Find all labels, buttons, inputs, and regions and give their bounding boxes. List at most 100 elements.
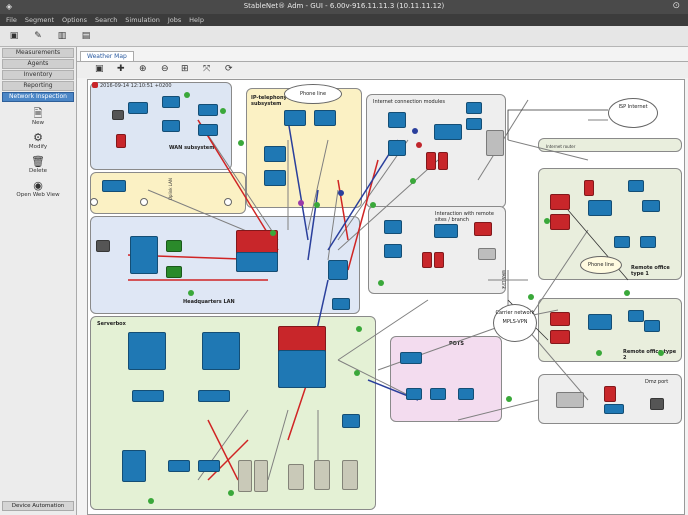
router[interactable] [550,312,570,326]
menu-file[interactable]: File [6,16,17,24]
voice-gateway[interactable] [264,170,286,186]
loadbalancer[interactable] [486,130,504,156]
phone[interactable] [640,236,656,248]
asa-firewall[interactable] [384,220,402,234]
phone[interactable] [430,388,446,400]
router[interactable] [388,140,406,156]
status-dot-ok[interactable] [624,290,630,296]
access-switch-stack[interactable] [130,236,158,274]
server-tower[interactable] [238,460,252,492]
refresh-icon[interactable]: ⟳ [225,64,233,74]
device-automation-tab[interactable]: Device Automation [2,501,74,511]
status-dot-unknown[interactable] [140,198,148,206]
server-tower[interactable] [288,464,304,490]
vpn-gateway[interactable] [332,298,350,310]
status-dot-unknown[interactable] [90,198,98,206]
menu-jobs[interactable]: Jobs [168,16,181,24]
workstation[interactable] [112,110,124,120]
switch[interactable] [588,200,612,216]
sidebar-item-reporting[interactable]: Reporting [2,81,74,91]
fullscreen-icon[interactable]: ⤧ [203,64,210,74]
status-dot-ok[interactable] [184,92,190,98]
firewall[interactable] [434,124,462,140]
server-tower[interactable] [314,460,330,490]
close-window-icon[interactable]: ⊙ [672,1,680,11]
menu-search[interactable]: Search [95,16,117,24]
server[interactable] [584,180,594,196]
server[interactable] [426,152,436,170]
firewall[interactable] [328,260,348,280]
router[interactable] [388,112,406,128]
status-dot-ok[interactable] [238,140,244,146]
call-manager[interactable] [284,110,306,126]
status-dot-ok[interactable] [596,350,602,356]
server[interactable] [96,240,110,252]
chart-icon[interactable]: ▥ [56,30,68,42]
server[interactable] [604,386,616,402]
weather-map-canvas[interactable]: WAN subsystem IP-telephony subsystem Hea… [87,79,685,515]
asa-firewall[interactable] [128,332,166,370]
status-dot-ok[interactable] [228,490,234,496]
router[interactable] [550,330,570,344]
add-icon[interactable]: ✚ [117,64,125,74]
sidebar-item-inventory[interactable]: Inventory [2,70,74,80]
router[interactable] [162,96,180,108]
router[interactable] [474,222,492,236]
zoom-out-icon[interactable]: ⊖ [161,64,169,74]
menu-options[interactable]: Options [62,16,87,24]
router[interactable] [162,120,180,132]
status-dot-ok[interactable] [658,350,664,356]
menu-help[interactable]: Help [189,16,204,24]
router[interactable] [198,104,218,116]
status-dot-ok[interactable] [544,218,550,224]
status-dot-ok[interactable] [314,202,320,208]
status-dot-unknown[interactable] [224,198,232,206]
status-dot-ok[interactable] [148,498,154,504]
asa-firewall[interactable] [384,244,402,258]
switch[interactable] [198,460,220,472]
router[interactable] [466,102,482,114]
switch[interactable] [198,390,230,402]
access-switch[interactable] [166,266,182,278]
switch[interactable] [604,404,624,414]
sidebar-item-measurements[interactable]: Measurements [2,48,74,58]
tools-icon[interactable]: ✎ [32,30,44,42]
zoom-in-icon[interactable]: ⊕ [139,64,147,74]
voice-gateway[interactable] [264,146,286,162]
report-icon[interactable]: ▤ [80,30,92,42]
status-dot-ok[interactable] [356,326,362,332]
status-dot-info[interactable] [338,190,344,196]
switch[interactable] [588,314,612,330]
switch[interactable] [132,390,164,402]
router[interactable] [550,214,570,230]
status-dot-ok[interactable] [506,396,512,402]
server[interactable] [422,252,432,268]
server[interactable] [438,152,448,170]
save-icon[interactable]: ▣ [8,30,20,42]
switch[interactable] [102,180,126,192]
phone[interactable] [458,388,474,400]
new-button[interactable]: 🗎 New [0,108,76,127]
core-router-blue[interactable] [278,350,326,388]
save-map-icon[interactable]: ▣ [95,64,104,74]
switch[interactable] [434,224,458,238]
status-dot-ok[interactable] [528,294,534,300]
status-dot-ok[interactable] [188,290,194,296]
status-dot-ok[interactable] [354,370,360,376]
status-dot-ok[interactable] [410,178,416,184]
status-dot-ok[interactable] [378,280,384,286]
server-tower[interactable] [342,460,358,490]
server[interactable] [434,252,444,268]
phone[interactable] [406,388,422,400]
workstation[interactable] [644,320,660,332]
fit-icon[interactable]: ⊞ [181,64,189,74]
phone[interactable] [116,134,126,148]
loadbalancer[interactable] [556,392,584,408]
status-dot-crit[interactable] [416,142,422,148]
open-web-view-button[interactable]: ◉ Open Web View [0,180,76,199]
router[interactable] [550,194,570,210]
access-point[interactable] [628,180,644,192]
modify-button[interactable]: ⚙ Modify [0,132,76,151]
server[interactable] [342,414,360,428]
pbx[interactable] [400,352,422,364]
